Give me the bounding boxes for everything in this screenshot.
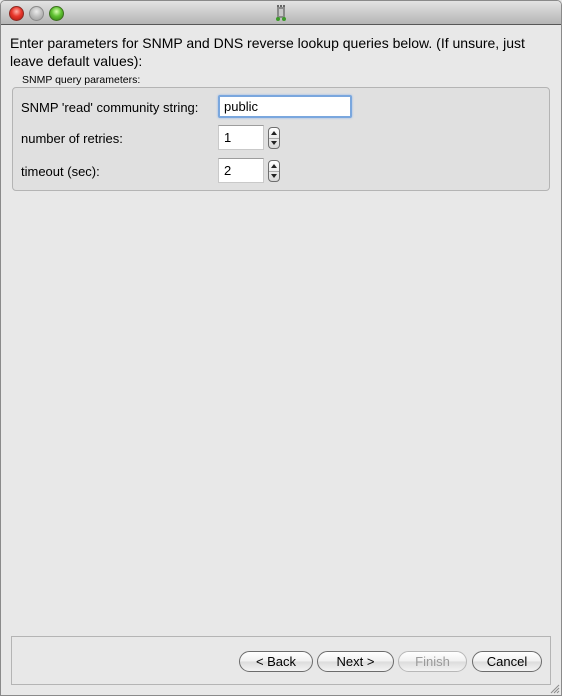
snmp-parameters-panel: SNMP 'read' community string: number of …: [12, 87, 550, 191]
increment-arrow-icon[interactable]: [271, 164, 277, 168]
close-button[interactable]: [9, 6, 24, 21]
decrement-arrow-icon[interactable]: [271, 141, 277, 145]
back-button[interactable]: < Back: [239, 651, 313, 672]
next-button[interactable]: Next >: [317, 651, 394, 672]
stepper-divider: [269, 171, 279, 172]
title-bar[interactable]: [1, 1, 561, 25]
finish-button: Finish: [398, 651, 467, 672]
intro-text: Enter parameters for SNMP and DNS revers…: [10, 35, 525, 69]
zoom-button[interactable]: [49, 6, 64, 21]
snmp-group-label: SNMP query parameters:: [22, 74, 141, 86]
resize-grip-icon[interactable]: [550, 684, 560, 694]
tower-icon: [276, 5, 286, 21]
retries-label: number of retries:: [21, 131, 123, 146]
increment-arrow-icon[interactable]: [271, 131, 277, 135]
retries-input[interactable]: [218, 125, 264, 150]
minimize-button[interactable]: [29, 6, 44, 21]
timeout-stepper[interactable]: [268, 160, 280, 182]
community-string-input[interactable]: [218, 95, 352, 118]
timeout-input[interactable]: [218, 158, 264, 183]
timeout-label: timeout (sec):: [21, 164, 100, 179]
decrement-arrow-icon[interactable]: [271, 174, 277, 178]
stepper-divider: [269, 138, 279, 139]
cancel-button[interactable]: Cancel: [472, 651, 542, 672]
community-string-label: SNMP 'read' community string:: [21, 100, 199, 115]
retries-stepper[interactable]: [268, 127, 280, 149]
